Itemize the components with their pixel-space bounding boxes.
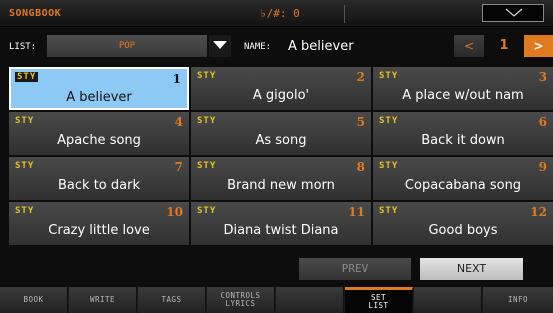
song-name: Copacabana song [404, 178, 522, 193]
song-name: A place w/out nam [402, 88, 524, 103]
song-type-badge: STY [15, 206, 35, 216]
song-type-badge: STY [379, 161, 399, 171]
tab-label: BOOK [23, 295, 44, 304]
song-index: 7 [174, 160, 183, 174]
song-cell[interactable]: STY 8 Brand new morn [191, 157, 371, 200]
list-dropdown-button[interactable] [209, 35, 231, 57]
song-index: 1 [172, 72, 181, 86]
list-label: LIST: [9, 42, 37, 52]
song-name: A gigolo' [252, 88, 310, 103]
song-cell[interactable]: STY 7 Back to dark [9, 157, 189, 200]
song-type-badge: STY [15, 72, 39, 82]
transpose-readout: ♭/#: 0 [260, 7, 300, 20]
song-grid: STY 1 A believer STY 2 A gigolo' STY 3 A… [9, 67, 553, 255]
tab-label: INFO [507, 295, 529, 304]
song-cell[interactable]: STY 10 Crazy little love [9, 202, 189, 245]
song-type-badge: STY [379, 116, 399, 126]
song-name: Brand new morn [227, 178, 335, 193]
tab-empty[interactable] [276, 287, 344, 313]
song-name: As song [255, 133, 307, 148]
song-cell[interactable]: STY 5 As song [191, 112, 371, 155]
tab-empty[interactable] [414, 287, 482, 313]
song-name: Apache song [57, 133, 141, 148]
tab-tags[interactable]: TAGS [138, 287, 206, 313]
song-name: Back to dark [58, 178, 140, 193]
song-type-badge: STY [197, 161, 217, 171]
prev-page-button[interactable]: PREV [299, 258, 411, 280]
song-cell[interactable]: STY 2 A gigolo' [191, 67, 371, 110]
song-type-badge: STY [197, 206, 217, 216]
song-name-readout: A believer [288, 39, 354, 54]
tab-label-secondary: LYRICS [225, 299, 256, 308]
page-number: 1 [499, 38, 509, 53]
song-index: 10 [166, 205, 183, 219]
tab-bar: BOOK WRITE TAGS CONTROLS LYRICS SET LIST… [0, 287, 553, 313]
song-cell[interactable]: STY 6 Back it down [373, 112, 553, 155]
page-next-button[interactable]: > [524, 35, 553, 57]
song-index: 8 [356, 160, 365, 174]
song-index: 3 [538, 70, 547, 84]
tab-set-list[interactable]: SET LIST [345, 287, 413, 313]
song-name: A believer [66, 90, 132, 105]
tab-write[interactable]: WRITE [69, 287, 137, 313]
song-index: 4 [174, 115, 183, 129]
song-cell[interactable]: STY 1 A believer [9, 67, 189, 110]
song-cell[interactable]: STY 3 A place w/out nam [373, 67, 553, 110]
song-cell[interactable]: STY 11 Diana twist Diana [191, 202, 371, 245]
page-title: SONGBOOK [9, 8, 62, 19]
song-name: Good boys [428, 223, 498, 238]
name-label: NAME: [244, 42, 272, 52]
song-index: 6 [538, 115, 547, 129]
song-index: 5 [356, 115, 365, 129]
song-name: Back it down [421, 133, 505, 148]
header-bar: SONGBOOK ♭/#: 0 [0, 0, 553, 27]
song-type-badge: STY [379, 71, 399, 81]
song-index: 11 [348, 205, 365, 219]
page-prev-button[interactable]: < [454, 35, 484, 57]
song-type-badge: STY [197, 116, 217, 126]
song-type-badge: STY [15, 161, 35, 171]
song-index: 12 [530, 205, 547, 219]
song-type-badge: STY [379, 206, 399, 216]
chevron-down-icon [505, 8, 523, 17]
tab-label: WRITE [89, 295, 116, 304]
song-cell[interactable]: STY 12 Good boys [373, 202, 553, 245]
tab-label-secondary: LIST [368, 300, 389, 310]
header-divider [344, 5, 345, 23]
song-name: Diana twist Diana [223, 223, 339, 238]
song-type-badge: STY [15, 116, 35, 126]
song-name: Crazy little love [48, 223, 150, 238]
tab-label: TAGS [161, 295, 182, 304]
song-type-badge: STY [197, 71, 217, 81]
triangle-down-icon [213, 41, 227, 49]
song-index: 2 [356, 70, 365, 84]
song-cell[interactable]: STY 9 Copacabana song [373, 157, 553, 200]
list-select[interactable]: POP [47, 35, 207, 57]
tab-info[interactable]: INFO [483, 287, 553, 313]
page-menu-button[interactable] [482, 4, 544, 22]
tab-book[interactable]: BOOK [0, 287, 68, 313]
tab-controls-lyrics[interactable]: CONTROLS LYRICS [207, 287, 275, 313]
next-page-button[interactable]: NEXT [420, 258, 523, 280]
song-cell[interactable]: STY 4 Apache song [9, 112, 189, 155]
song-index: 9 [538, 160, 547, 174]
